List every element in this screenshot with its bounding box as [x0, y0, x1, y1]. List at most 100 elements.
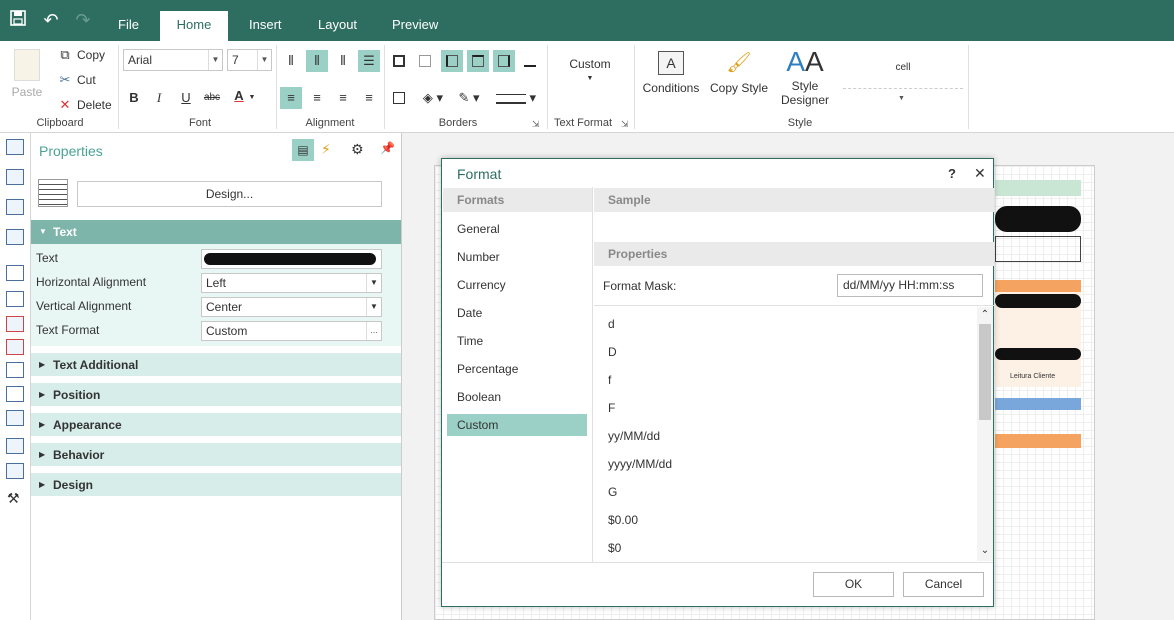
section-behavior[interactable]: ▶ Behavior [31, 442, 401, 466]
report-band[interactable] [995, 434, 1081, 448]
cut-button[interactable]: ✂ Cut [57, 72, 96, 88]
delete-button[interactable]: ✕ Delete [57, 97, 112, 113]
copy-style-button[interactable]: 🖌 Copy Style [708, 51, 770, 95]
align-top-icon[interactable]: ⦀ [280, 50, 302, 72]
border-color-icon[interactable]: ✎ ▾ [454, 87, 484, 109]
font-size-select[interactable]: 7 ▼ [227, 49, 272, 71]
tab-home[interactable]: Home [160, 11, 228, 41]
undo-icon[interactable]: ↶ [40, 9, 62, 31]
fill-color-icon[interactable]: ◈ ▾ [418, 87, 448, 109]
section-position[interactable]: ▶ Position [31, 382, 401, 406]
help-icon[interactable]: ? [948, 166, 956, 181]
shape-icon[interactable] [6, 386, 24, 402]
scrollbar-thumb[interactable] [979, 324, 991, 420]
mask-item[interactable]: d [608, 317, 615, 331]
format-mask-input[interactable]: dd/MM/yy HH:mm:ss [837, 274, 983, 297]
border-none-icon[interactable] [414, 50, 436, 72]
tab-insert[interactable]: Insert [235, 11, 296, 41]
justify-icon[interactable]: ≡ [358, 87, 380, 109]
format-percentage[interactable]: Percentage [447, 358, 587, 380]
cancel-button[interactable]: Cancel [903, 572, 984, 597]
pin-icon[interactable]: 📌 [380, 141, 395, 155]
group-header-icon[interactable] [6, 169, 24, 185]
format-date[interactable]: Date [447, 302, 587, 324]
label-icon[interactable] [6, 316, 24, 332]
format-general[interactable]: General [447, 218, 587, 240]
dialog-launcher-icon[interactable]: ⇲ [532, 119, 540, 130]
list-icon[interactable] [6, 291, 24, 307]
border-style-icon[interactable]: ▾ [492, 87, 540, 109]
align-left-icon[interactable]: ≡ [280, 87, 302, 109]
align-bottom-icon[interactable]: ⦀ [332, 50, 354, 72]
mask-item[interactable]: $0.00 [608, 513, 638, 527]
border-all-icon[interactable] [388, 50, 410, 72]
dialog-launcher-icon[interactable]: ⇲ [621, 119, 629, 130]
align-center-icon[interactable]: ≡ [306, 87, 328, 109]
section-text[interactable]: ▼ Text [31, 220, 401, 244]
mask-item[interactable]: D [608, 345, 617, 359]
save-icon[interactable] [7, 9, 29, 31]
panel-icon[interactable] [6, 362, 24, 378]
format-custom[interactable]: Custom [447, 414, 587, 436]
report-band[interactable] [995, 280, 1081, 292]
section-appearance[interactable]: ▶ Appearance [31, 412, 401, 436]
chevron-down-icon[interactable]: ▼ [898, 95, 905, 102]
text-format-field[interactable]: Custom… [201, 321, 382, 341]
close-icon[interactable]: ✕ [974, 165, 986, 182]
mask-item[interactable]: f [608, 373, 611, 387]
ellipsis-icon[interactable]: … [366, 322, 381, 340]
mask-item[interactable]: yyyy/MM/dd [608, 457, 672, 471]
align-middle-icon[interactable]: ⦀ [306, 50, 328, 72]
container-icon[interactable] [6, 410, 24, 426]
events-icon[interactable]: ⚡ [321, 141, 331, 158]
border-outline-icon[interactable] [388, 87, 410, 109]
form-icon[interactable] [6, 438, 24, 454]
horizontal-alignment-select[interactable]: Left ▼ [201, 273, 382, 293]
table-icon[interactable] [6, 199, 24, 215]
section-text-additional[interactable]: ▶ Text Additional [31, 352, 401, 376]
chevron-down-icon[interactable]: ▼ [246, 87, 258, 109]
conditions-button[interactable]: A Conditions [640, 51, 702, 95]
scroll-up-icon[interactable]: ⌃ [978, 309, 992, 320]
scroll-down-icon[interactable]: ⌄ [978, 545, 992, 556]
tab-file[interactable]: File [104, 11, 153, 41]
border-top-icon[interactable] [467, 50, 489, 72]
properties-view-icon[interactable]: ▤ [292, 139, 314, 161]
strikethrough-icon[interactable]: abc [201, 87, 223, 109]
design-button[interactable]: Design... [77, 181, 382, 207]
paste-button[interactable]: Paste [8, 49, 46, 99]
tab-preview[interactable]: Preview [378, 11, 452, 41]
picture-icon[interactable] [6, 229, 24, 245]
text-field[interactable] [201, 249, 382, 269]
image-icon[interactable] [6, 463, 24, 479]
report-band[interactable] [995, 180, 1081, 196]
border-left-icon[interactable] [441, 50, 463, 72]
style-gallery-item[interactable]: cell [843, 47, 963, 89]
report-cell-label[interactable]: Leitura Cliente [1010, 373, 1055, 380]
gear-icon[interactable]: ⚙ [351, 141, 364, 158]
border-bottom-icon[interactable] [519, 50, 541, 72]
rich-text-icon[interactable] [6, 339, 24, 355]
font-family-select[interactable]: Arial ▼ [123, 49, 223, 71]
text-format-select[interactable]: Custom ▼ [556, 57, 624, 82]
section-design[interactable]: ▶ Design [31, 472, 401, 496]
italic-icon[interactable]: I [148, 87, 170, 109]
redo-icon[interactable]: ↷ [72, 9, 94, 31]
mask-item[interactable]: F [608, 401, 615, 415]
tools-icon[interactable]: ⚒ [7, 490, 20, 507]
mask-item[interactable]: G [608, 485, 617, 499]
border-right-icon[interactable] [493, 50, 515, 72]
style-designer-button[interactable]: AA Style Designer [774, 47, 836, 108]
format-currency[interactable]: Currency [447, 274, 587, 296]
mask-item[interactable]: yy/MM/dd [608, 429, 660, 443]
tab-layout[interactable]: Layout [304, 11, 371, 41]
ok-button[interactable]: OK [813, 572, 894, 597]
format-time[interactable]: Time [447, 330, 587, 352]
text-icon[interactable] [6, 265, 24, 281]
report-cell[interactable] [995, 236, 1081, 262]
bold-icon[interactable]: B [123, 87, 145, 109]
vertical-alignment-select[interactable]: Center ▼ [201, 297, 382, 317]
mask-item[interactable]: $0 [608, 541, 621, 555]
underline-icon[interactable]: U [175, 87, 197, 109]
align-right-icon[interactable]: ≡ [332, 87, 354, 109]
